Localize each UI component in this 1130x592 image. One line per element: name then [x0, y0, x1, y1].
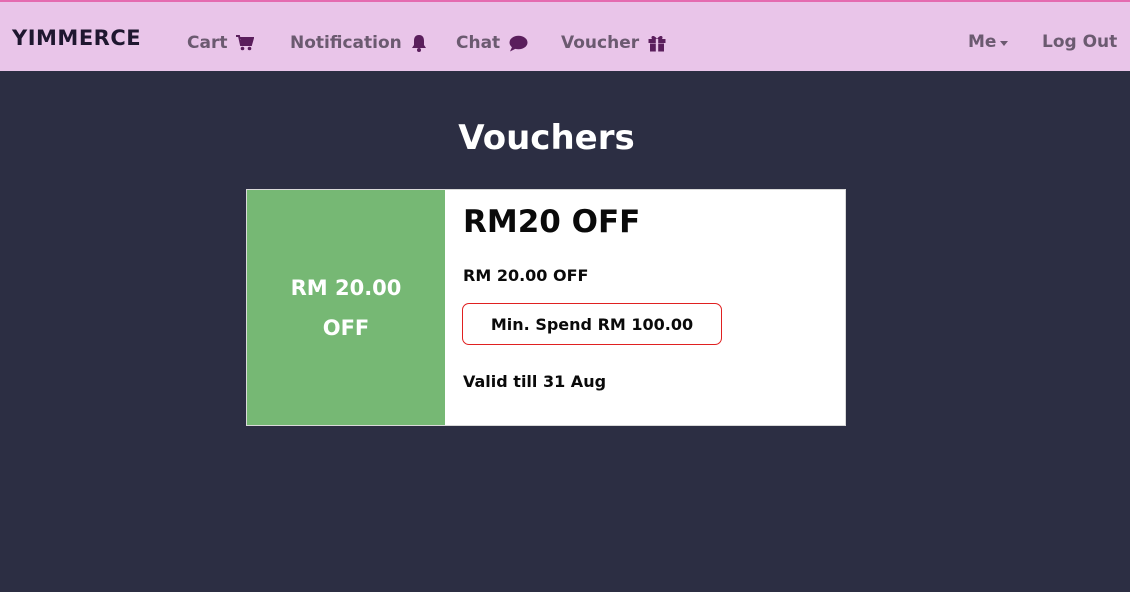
- voucher-heading: RM20 OFF: [463, 204, 641, 240]
- top-navbar: YIMMERCE Cart Notification Chat Voucher …: [0, 2, 1130, 71]
- gift-icon: [648, 34, 666, 52]
- nav-notification-label: Notification: [290, 33, 402, 53]
- voucher-badge-text: RM 20.00 OFF: [271, 268, 421, 348]
- nav-chat-label: Chat: [456, 33, 501, 53]
- nav-voucher-label: Voucher: [561, 33, 640, 53]
- brand-logo[interactable]: YIMMERCE: [12, 26, 141, 50]
- voucher-card[interactable]: RM 20.00 OFF RM20 OFF RM 20.00 OFF Min. …: [246, 189, 846, 426]
- nav-voucher[interactable]: Voucher: [561, 32, 666, 54]
- nav-cart[interactable]: Cart: [187, 32, 255, 54]
- cart-icon: [236, 35, 255, 51]
- voucher-badge-off: OFF: [322, 315, 370, 340]
- logout-link[interactable]: Log Out: [1042, 31, 1117, 53]
- nav-cart-label: Cart: [187, 33, 228, 53]
- bell-icon: [411, 34, 427, 52]
- nav-me-dropdown[interactable]: Me: [968, 31, 1009, 53]
- nav-notification[interactable]: Notification: [290, 32, 427, 54]
- page-title: Vouchers: [458, 118, 635, 158]
- min-spend-tag: Min. Spend RM 100.00: [462, 303, 722, 345]
- voucher-subtitle: RM 20.00 OFF: [463, 266, 589, 285]
- voucher-badge: RM 20.00 OFF: [247, 190, 445, 425]
- nav-chat[interactable]: Chat: [456, 32, 528, 54]
- nav-me-label: Me: [968, 32, 997, 52]
- voucher-badge-amount: RM 20.00: [290, 275, 402, 300]
- chat-icon: [509, 35, 528, 52]
- voucher-validity: Valid till 31 Aug: [463, 372, 607, 391]
- chevron-down-icon: [1000, 40, 1009, 46]
